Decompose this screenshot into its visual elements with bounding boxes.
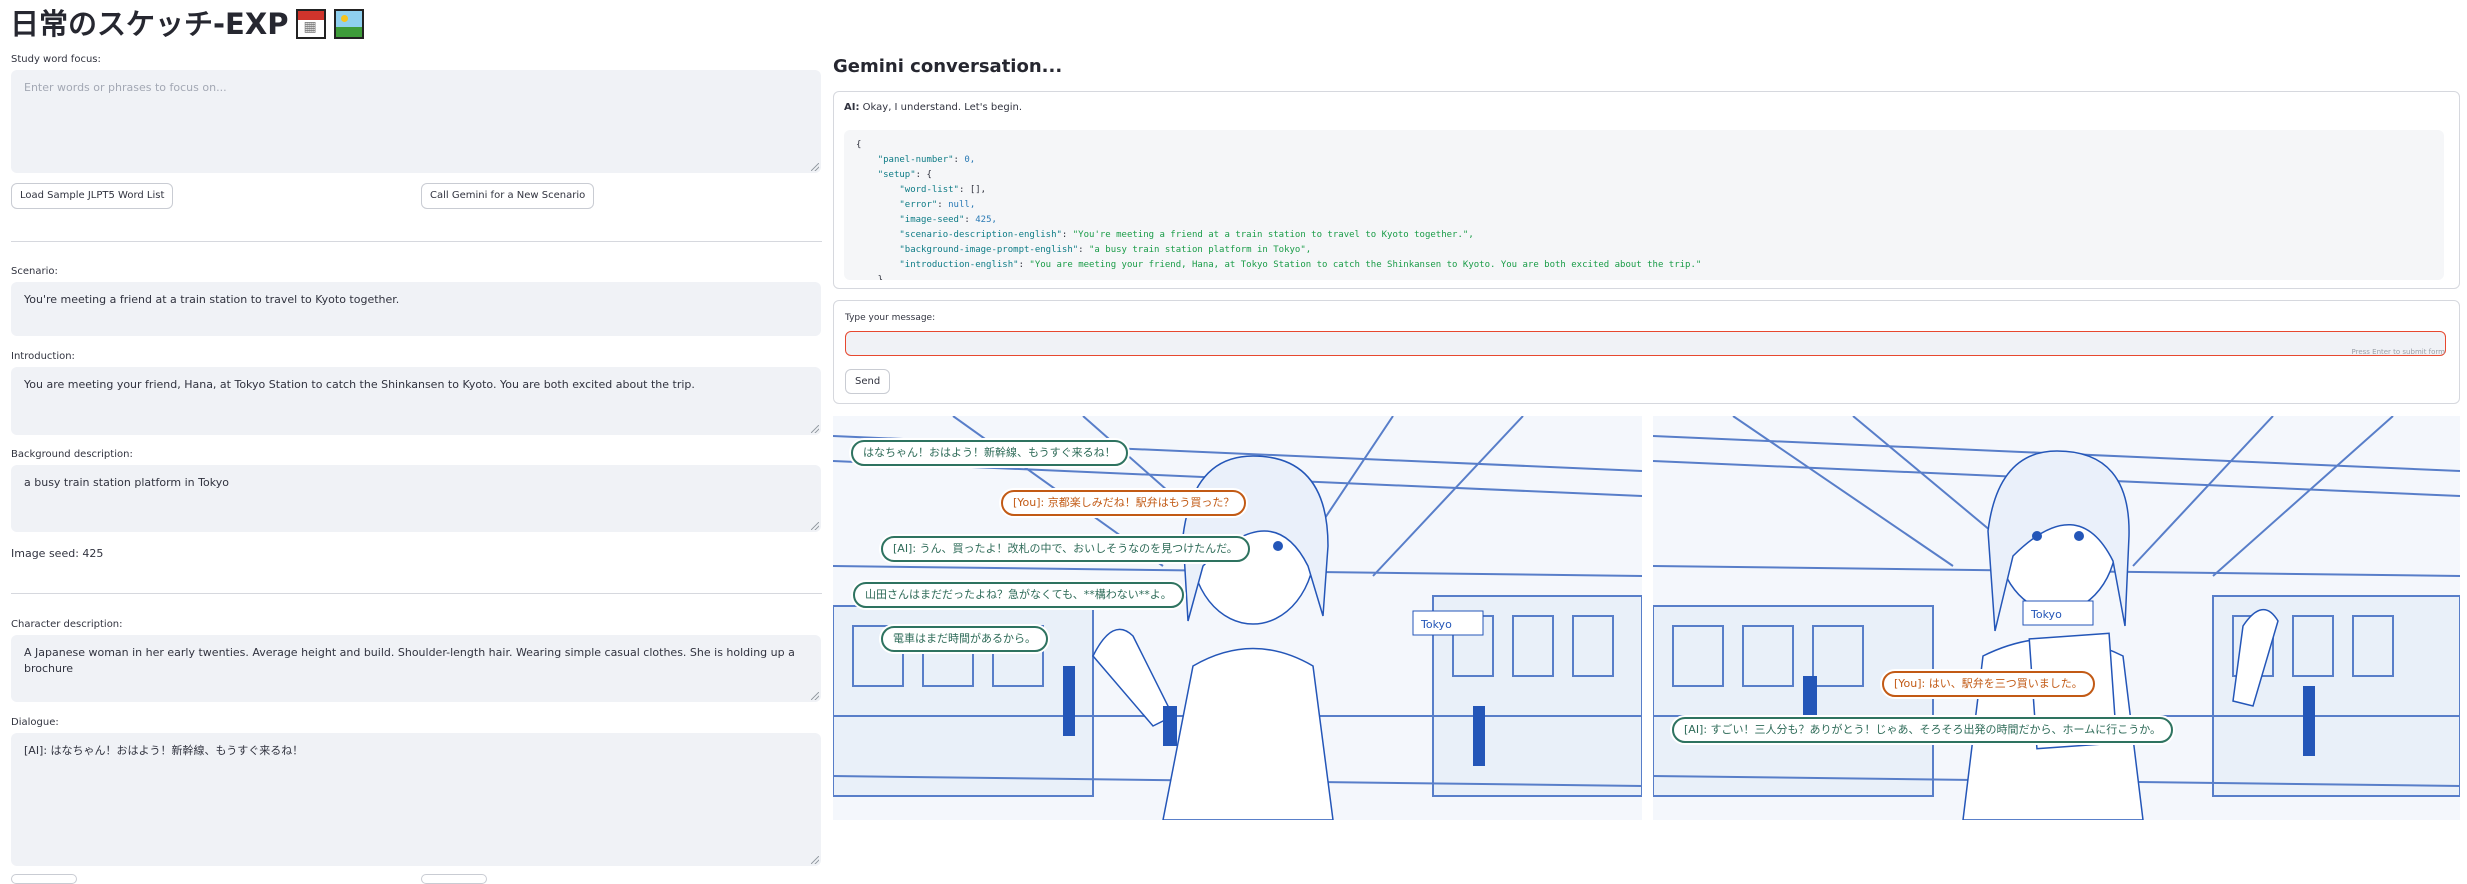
speech-bubble: [AI]: うん、買ったよ！改札の中で、おいしそうなのを見つけたんだ。 (881, 536, 1250, 562)
code-key: "word-list" (899, 185, 959, 195)
study-word-wrapper (11, 70, 821, 173)
message-input[interactable] (845, 331, 2446, 356)
resize-handle-icon[interactable] (811, 163, 819, 171)
station-sign-text: Tokyo (1420, 618, 1452, 631)
introduction-label: Introduction: (11, 351, 75, 362)
ai-prefix: AI: (844, 102, 860, 113)
dialogue-label: Dialogue: (11, 717, 59, 728)
load-word-list-button[interactable]: Load Sample JLPT5 Word List (11, 183, 174, 209)
resize-handle-icon[interactable] (811, 522, 819, 530)
code-key: "error" (899, 200, 938, 210)
message-input-label: Type your message: (845, 313, 936, 323)
code-line: { (856, 140, 862, 150)
scenario-textarea[interactable]: You're meeting a friend at a train stati… (11, 282, 821, 336)
framed-picture-icon (334, 9, 365, 39)
station-illustration-1: Tokyo (833, 416, 1642, 820)
code-value: "You are meeting your friend, Hana, at T… (1029, 260, 1702, 270)
resize-handle-icon[interactable] (811, 425, 819, 433)
code-line: "setup": { (877, 170, 932, 180)
comic-panel-1: Tokyo はなちゃん！おはよう！新幹線、もうすぐ来るね！ [You]: 京都楽… (833, 416, 1642, 820)
app-title-row: 日常のスケッチ-EXP (10, 4, 365, 44)
speech-bubble-you: [You]: はい、駅弁を三つ買いました。 (1882, 671, 2095, 697)
section-divider (11, 241, 822, 242)
code-line: "image-seed": 425, (899, 215, 997, 225)
code-line: "error": null, (899, 200, 976, 210)
station-sign-text: Tokyo (2030, 608, 2062, 621)
comic-panel-2: Tokyo [You]: はい、駅弁を三つ買いました。 [AI]: すごい！三人… (1653, 416, 2460, 820)
ai-message-text: Okay, I understand. Let's begin. (862, 102, 1023, 113)
chat-history: AI: Okay, I understand. Let's begin. { "… (833, 91, 2460, 289)
code-value: 425, (975, 215, 997, 225)
code-line: "background-image-prompt-english": "a bu… (899, 245, 1312, 255)
code-value: "You're meeting a friend at a train stat… (1072, 230, 1474, 240)
code-value: { (926, 170, 932, 180)
speech-bubble: 山田さんはまだだったよね？急がなくても、**構わない**よ。 (853, 582, 1184, 608)
introduction-textarea[interactable]: You are meeting your friend, Hana, at To… (11, 367, 821, 435)
code-key: "setup" (877, 170, 916, 180)
dialogue-textarea[interactable]: [AI]: はなちゃん！おはよう！新幹線、もうすぐ来るね！ (11, 733, 821, 866)
partial-button[interactable] (421, 874, 487, 884)
call-gemini-button[interactable]: Call Gemini for a New Scenario (421, 183, 595, 209)
submit-hint: Press Enter to submit form (2351, 348, 2446, 356)
json-code-block: { "panel-number": 0, "setup": { "word-li… (844, 130, 2444, 280)
code-value: null, (948, 200, 976, 210)
code-line: } (856, 275, 884, 280)
study-word-textarea[interactable] (11, 70, 821, 173)
send-button[interactable]: Send (845, 369, 891, 394)
speech-bubble: [AI]: すごい！三人分も？ありがとう！じゃあ、そろそろ出発の時間だから、ホー… (1672, 717, 2174, 743)
code-key: "panel-number" (877, 155, 954, 165)
code-key: "background-image-prompt-english" (899, 245, 1079, 255)
code-key: "scenario-description-english" (899, 230, 1062, 240)
speech-bubble-you: [You]: 京都楽しみだね！駅弁はもう買った？ (1001, 490, 1247, 516)
message-form: Type your message: Press Enter to submit… (833, 300, 2460, 404)
calendar-icon (296, 9, 327, 39)
code-key: "introduction-english" (899, 260, 1019, 270)
speech-bubble: 電車はまだ時間があるから。 (881, 626, 1048, 652)
code-line: "panel-number": 0, (877, 155, 976, 165)
code-value: "a busy train station platform in Tokyo"… (1089, 245, 1312, 255)
partial-button[interactable] (11, 874, 77, 884)
resize-handle-icon[interactable] (811, 692, 819, 700)
character-textarea[interactable]: A Japanese woman in her early twenties. … (11, 635, 821, 702)
app-title: 日常のスケッチ-EXP (10, 7, 289, 41)
code-key: "image-seed" (899, 215, 965, 225)
speech-bubble: はなちゃん！おはよう！新幹線、もうすぐ来るね！ (851, 440, 1128, 466)
scenario-label: Scenario: (11, 266, 58, 277)
background-textarea[interactable]: a busy train station platform in Tokyo (11, 465, 821, 532)
code-value: [], (969, 185, 987, 195)
section-divider (11, 593, 822, 594)
character-label: Character description: (11, 619, 123, 630)
ai-message: AI: Okay, I understand. Let's begin. (844, 102, 1022, 113)
code-line: "scenario-description-english": "You're … (899, 230, 1474, 240)
study-word-label: Study word focus: (11, 54, 101, 65)
station-illustration-2: Tokyo (1653, 416, 2460, 820)
resize-handle-icon[interactable] (811, 856, 819, 864)
background-label: Background description: (11, 449, 133, 460)
image-seed-text: Image seed: 425 (11, 547, 104, 560)
code-value: 0, (964, 155, 976, 165)
code-line: "introduction-english": "You are meeting… (899, 260, 1702, 270)
code-line: "word-list": [], (899, 185, 987, 195)
conversation-heading: Gemini conversation... (833, 56, 1063, 77)
